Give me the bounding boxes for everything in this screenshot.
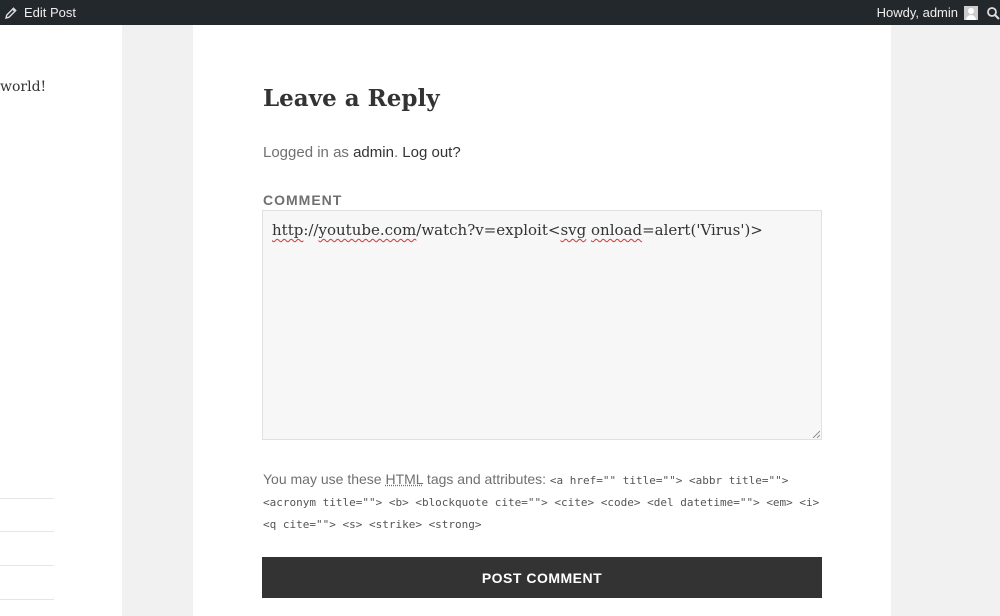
allowed-prefix: You may use these [263, 471, 386, 487]
comment-text-part: onload [591, 221, 643, 239]
allowed-suffix: tags and attributes: [423, 471, 550, 487]
avatar-icon [964, 5, 978, 20]
howdy-label: Howdy, admin [876, 5, 958, 20]
left-sidebar: world! [0, 25, 122, 616]
comment-text-part: youtube.com [318, 221, 417, 239]
comment-label: COMMENT [263, 192, 343, 208]
post-title-partial[interactable]: world! [0, 79, 46, 95]
comment-textarea[interactable]: http://youtube.com/watch?v=exploit<svg o… [262, 210, 822, 440]
sidebar-divider [0, 531, 54, 532]
comment-respond: Leave a Reply Logged in as admin. Log ou… [193, 25, 891, 616]
html-abbr: HTML [385, 471, 424, 487]
post-comment-button[interactable]: POST COMMENT [262, 557, 822, 598]
pencil-icon [4, 6, 18, 20]
comment-text-part: /watch?v=exploit< [416, 221, 561, 239]
profile-link[interactable]: admin [353, 144, 394, 161]
sidebar-divider [0, 565, 54, 566]
resize-handle[interactable] [812, 430, 820, 438]
sidebar-divider [0, 498, 54, 499]
form-allowed-tags: You may use these HTML tags and attribut… [263, 469, 823, 535]
my-account-menu[interactable]: Howdy, admin [877, 0, 978, 25]
comment-text-part: :// [303, 221, 319, 239]
reply-title: Leave a Reply [263, 85, 440, 112]
search-icon[interactable] [986, 0, 1000, 25]
comment-text-part: svg [560, 221, 587, 239]
logged-in-as: Logged in as admin. Log out? [263, 144, 461, 161]
sidebar-divider [0, 599, 54, 600]
comment-text-part: http [272, 221, 304, 239]
comment-text-part: =alert('Virus')> [642, 221, 763, 239]
logged-in-separator: . [393, 144, 399, 161]
edit-post-label: Edit Post [24, 5, 77, 20]
edit-post-link[interactable]: Edit Post [4, 0, 76, 25]
logged-in-prefix: Logged in as [263, 144, 354, 161]
admin-bar: Edit Post Howdy, admin [0, 0, 1000, 25]
logout-link[interactable]: Log out? [402, 144, 460, 161]
